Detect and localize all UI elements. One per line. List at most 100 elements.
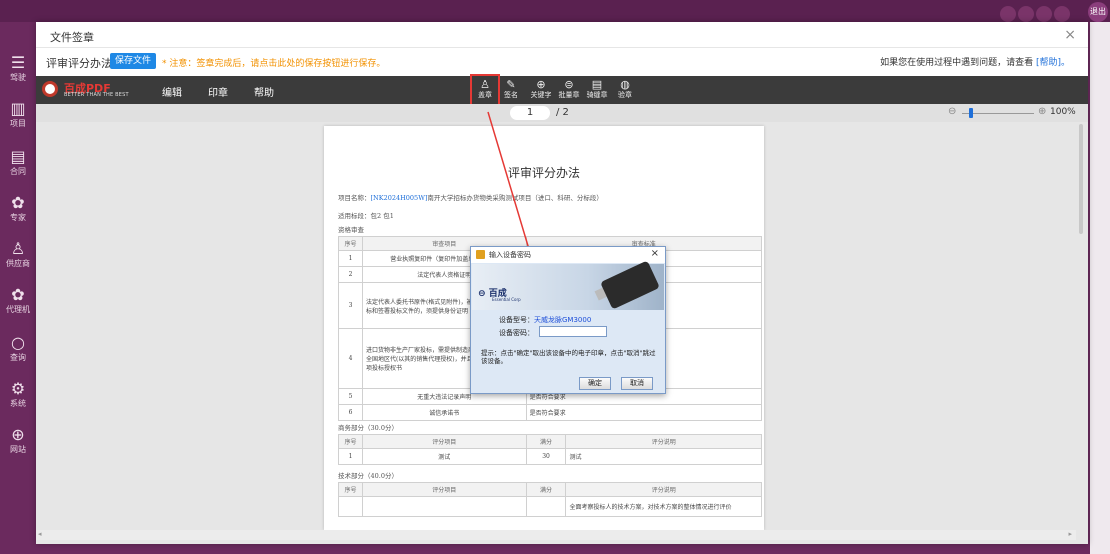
password-label: 设备密码： [499,329,534,337]
tool-batch[interactable]: ⊜ 批量章 [556,78,582,100]
app-header-icons [1000,6,1080,22]
help-prefix: 如果您在使用过程中遇到问题，请查看 [880,58,1034,68]
menu-icon: ☰ [10,53,26,72]
menu-seal[interactable]: 印章 [208,84,228,99]
project-name: 南开大学招标办货物类采购测试项目（进口、科研、分标段） [427,194,603,202]
app-right-panel [1090,22,1110,554]
header-icon[interactable] [1036,6,1052,22]
logout-button[interactable]: 退出 [1088,2,1108,22]
scrollbar-thumb[interactable] [1079,124,1083,234]
sidebar-item[interactable]: ✿ 专家 [2,194,34,223]
app-topbar [0,0,1110,22]
table-cell: 1 [338,250,363,267]
sidebar-item-label: 查询 [10,353,26,362]
section-qualification: 资格审查 [338,226,364,234]
table-cell [525,496,567,517]
ok-button[interactable]: 确定 [579,377,611,390]
help-link[interactable]: [帮助]。 [1036,58,1070,68]
tool-sign[interactable]: ✎ 签名 [498,78,524,100]
lock-icon [476,250,485,259]
device-password-dialog: 输入设备密码 × ⊖ 百成 Essential Corp 设备型号：天威龙脉GM… [470,246,666,394]
save-file-button[interactable]: 保存文件 [110,53,157,69]
table-cell: 3 [338,282,363,329]
supplier-icon: ♙ [10,239,26,258]
zoom-level: 100% [1050,107,1076,117]
sidebar-item[interactable]: ▥ 项目 [2,100,34,129]
header-icon[interactable] [1000,6,1016,22]
table-cell: 5 [338,388,363,405]
sidebar-item-label: 代理机 [6,305,30,314]
help-text: 如果您在使用过程中遇到问题，请查看 [帮助]。 [880,55,1070,68]
table-header: 序号 评分项目 满分 评分说明 [338,434,762,449]
technical-table: 序号 评分项目 满分 评分说明 全面考察投标人的技术方案，对技术方案的整体情况进行评价 [338,482,762,517]
table-header-cell: 序号 [338,434,363,449]
project-prefix: 项目名称： [338,194,371,202]
table-row: 6 诚信承诺书 是否符合要求 [338,404,763,421]
sidebar-item[interactable]: ▤ 合同 [2,148,34,177]
password-input[interactable] [539,326,607,337]
table-cell: 测试 [361,448,527,465]
tool-stamp[interactable]: ♙ 盖章 [472,78,498,100]
agent-icon: ✿ [11,285,25,304]
tool-label: 验章 [618,91,632,99]
search-icon: ○ [11,333,25,352]
vertical-scrollbar[interactable] [1076,122,1086,530]
sidebar-item[interactable]: ✿ 代理机 [2,286,34,315]
tool-label: 签名 [504,91,518,99]
scroll-left-icon[interactable]: ◂ [38,530,42,538]
section-technical: 技术部分（40.0分） [338,472,398,480]
project-line: 项目名称：[NK2024H005W]南开大学招标办货物类采购测试项目（进口、科研… [338,192,603,202]
seam-icon: ▤ [591,78,603,91]
modal-title: 文件签章 [50,31,94,44]
stamp-icon: ♙ [480,78,490,91]
close-icon[interactable]: × [1064,27,1076,43]
save-notice: * 注意：签章完成后，请点击此处的保存按钮进行保存。 [162,59,386,69]
table-header-cell: 满分 [525,434,567,449]
page-number-input[interactable]: 1 [510,106,550,120]
zoom-in-icon[interactable]: ⊕ [1038,106,1046,117]
cancel-button[interactable]: 取消 [621,377,653,390]
sidebar-item-label: 项目 [10,119,26,128]
menu-help[interactable]: 帮助 [254,84,274,99]
scroll-right-icon[interactable]: ▸ [1068,530,1072,538]
globe-icon: ⊕ [11,425,25,444]
table-row: 全面考察投标人的技术方案，对技术方案的整体情况进行评价 [338,496,762,517]
sidebar-item[interactable]: ⚙ 系统 [2,380,34,409]
horizontal-scrollbar[interactable]: ◂ ▸ [36,530,1076,540]
zoom-slider-track[interactable] [962,113,1034,114]
file-infobar: 评审评分办法.pdf 保存文件 * 注意：签章完成后，请点击此处的保存按钮进行保… [36,49,1088,73]
table-cell: 诚信承诺书 [361,404,527,421]
table-header-cell: 评分说明 [565,482,762,497]
tool-label: 关键字 [530,91,552,99]
zoom-control: ⊖ ⊕ 100% [948,106,1078,119]
tool-keyword[interactable]: ⊕ 关键字 [528,78,554,100]
verify-icon: ◍ [620,78,630,91]
tool-label: 骑缝章 [586,91,608,99]
table-cell: 是否符合要求 [525,404,763,421]
header-icon[interactable] [1054,6,1070,22]
commercial-table: 序号 评分项目 满分 评分说明 1 测试 30 测试 [338,434,762,465]
tool-seam[interactable]: ▤ 骑缝章 [584,78,610,100]
table-cell: 30 [525,448,567,465]
header-icon[interactable] [1018,6,1034,22]
table-header: 序号 评分项目 满分 评分说明 [338,482,762,497]
table-cell [361,496,527,517]
system-icon: ⚙ [10,379,26,398]
close-icon[interactable]: × [651,248,659,259]
expert-icon: ✿ [11,193,25,212]
table-header-cell: 序号 [338,482,363,497]
sidebar-item-label: 专家 [10,213,26,222]
sidebar-item[interactable]: ○ 查询 [2,334,34,363]
app-sidebar: ☰ 驾驶 ▥ 项目 ▤ 合同 ✿ 专家 ♙ 供应商 ✿ 代理机 ○ 查询 ⚙ 系统 ⊕ 网站 [0,22,36,554]
applicable-lots: 适用标段：包2 包1 [338,212,394,220]
sidebar-item[interactable]: ☰ 驾驶 [2,54,34,83]
project-icon: ▥ [10,99,26,118]
tool-verify[interactable]: ◍ 验章 [612,78,638,100]
sidebar-item[interactable]: ⊕ 网站 [2,426,34,455]
menu-edit[interactable]: 编辑 [162,84,182,99]
tool-label: 批量章 [558,91,580,99]
zoom-slider-thumb[interactable] [968,108,973,118]
zoom-out-icon[interactable]: ⊖ [948,106,956,117]
sidebar-item[interactable]: ♙ 供应商 [2,240,34,269]
dialog-tip: 提示：点击"确定"取出该设备中的电子印章，点击"取消"跳过该设备。 [481,349,656,365]
